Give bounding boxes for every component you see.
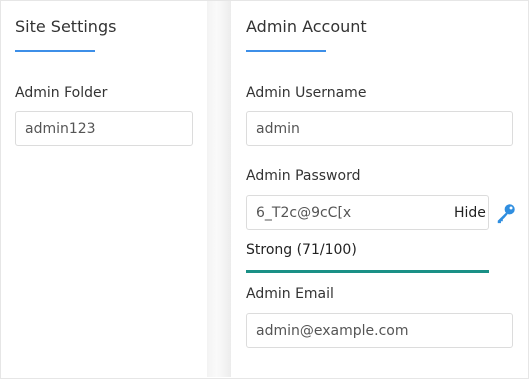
admin-folder-label: Admin Folder xyxy=(15,85,108,101)
admin-account-panel: Admin Account Admin Username Admin Passw… xyxy=(231,1,527,377)
password-strength-fill xyxy=(246,270,489,273)
admin-account-title: Admin Account xyxy=(246,17,367,36)
site-settings-title-underline xyxy=(15,50,95,52)
password-strength-bar xyxy=(246,270,489,273)
password-hide-toggle[interactable]: Hide xyxy=(454,205,486,221)
password-strength-text: Strong (71/100) xyxy=(246,242,357,258)
site-settings-title: Site Settings xyxy=(15,17,117,36)
admin-username-label: Admin Username xyxy=(246,85,367,101)
site-settings-panel: Site Settings Admin Folder xyxy=(1,1,207,377)
admin-email-label: Admin Email xyxy=(246,286,334,302)
admin-email-input[interactable] xyxy=(246,313,513,348)
admin-password-input[interactable] xyxy=(246,195,489,230)
admin-folder-input[interactable] xyxy=(15,111,193,146)
admin-account-title-underline xyxy=(246,50,326,52)
admin-password-label: Admin Password xyxy=(246,168,361,184)
key-icon[interactable] xyxy=(495,202,517,224)
panel-divider xyxy=(207,1,231,377)
admin-username-input[interactable] xyxy=(246,111,513,146)
